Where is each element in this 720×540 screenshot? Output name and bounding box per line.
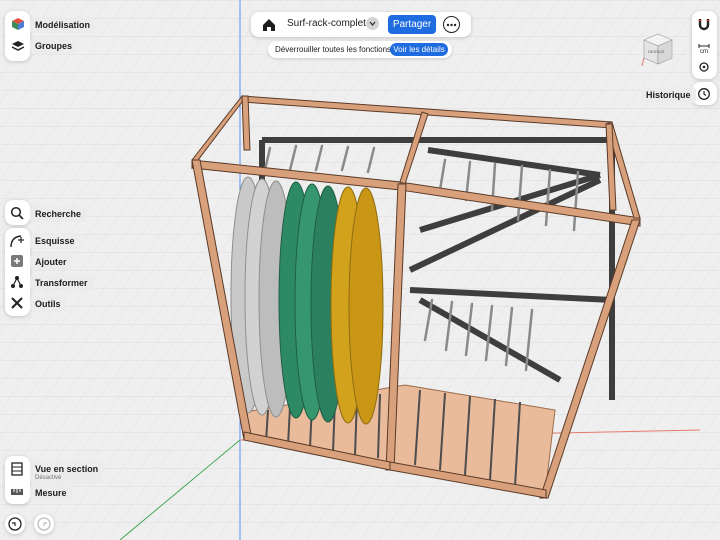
document-toolbar: Surf-rack-complet Partager [251,12,471,37]
section-view-button[interactable] [7,459,27,479]
groups-button[interactable] [8,36,28,56]
transform-icon [11,276,23,288]
search-button[interactable] [7,203,27,223]
view-target-button[interactable] [694,57,714,77]
undo-button[interactable] [5,514,25,534]
undo-icon [8,517,22,531]
history-button[interactable] [694,84,714,104]
share-button[interactable]: Partager [388,15,436,34]
view-cube[interactable]: DESSUS [638,30,678,70]
sketch-icon [10,235,24,248]
units-label: cm [700,49,708,55]
measure-label: Mesure [30,485,72,501]
modeling-label: Modélisation [30,17,96,33]
more-options-icon [446,23,457,26]
history-clock-icon [698,88,710,100]
redo-button[interactable] [34,514,54,534]
add-label: Ajouter [30,254,72,270]
measure-button[interactable] [7,481,27,501]
chevron-down-icon [369,21,376,27]
unlock-text: Déverrouiller toutes les fonctions [275,45,392,54]
layers-icon [11,41,25,51]
measure-icon [11,489,23,495]
transform-button[interactable] [7,272,27,292]
surfboards [230,176,384,425]
sketch-label: Esquisse [30,233,80,249]
section-view-label: Vue en section Désactivé [30,461,104,484]
document-menu-button[interactable] [366,17,379,30]
section-view-icon [11,462,23,476]
more-options-button[interactable] [443,16,460,33]
add-icon [11,255,23,267]
search-panel [5,200,30,225]
tools-icon [11,297,23,309]
transform-label: Transformer [30,275,93,291]
history-panel [692,82,717,105]
home-icon [263,19,275,31]
view-details-button[interactable]: Voir les détails [390,43,448,56]
section-panel [5,456,30,504]
document-title[interactable]: Surf-rack-complet [287,18,366,29]
section-view-title: Vue en section [35,464,99,474]
unlock-banner: Déverrouiller toutes les fonctions Voir … [268,41,452,58]
home-button[interactable] [260,16,278,34]
right-settings-panel: cm [692,11,717,79]
3d-viewport[interactable] [0,0,720,540]
search-icon [10,206,24,220]
tools-panel [5,228,30,316]
workspace-panel [5,11,30,61]
sketch-button[interactable] [7,231,27,251]
view-cube-label: DESSUS [648,49,665,54]
redo-icon [37,517,51,531]
view-target-icon [699,62,709,72]
tools-button[interactable] [7,293,27,313]
add-button[interactable] [7,251,27,271]
groups-label: Groupes [30,38,78,54]
modeling-button[interactable] [8,14,28,34]
history-label: Historique [641,87,696,103]
modeling-cube-icon [12,18,24,30]
tools-label: Outils [30,296,66,312]
magnet-icon [698,19,710,31]
snap-button[interactable] [694,14,714,34]
search-label: Recherche [30,206,87,222]
section-view-status: Désactivé [35,475,62,481]
